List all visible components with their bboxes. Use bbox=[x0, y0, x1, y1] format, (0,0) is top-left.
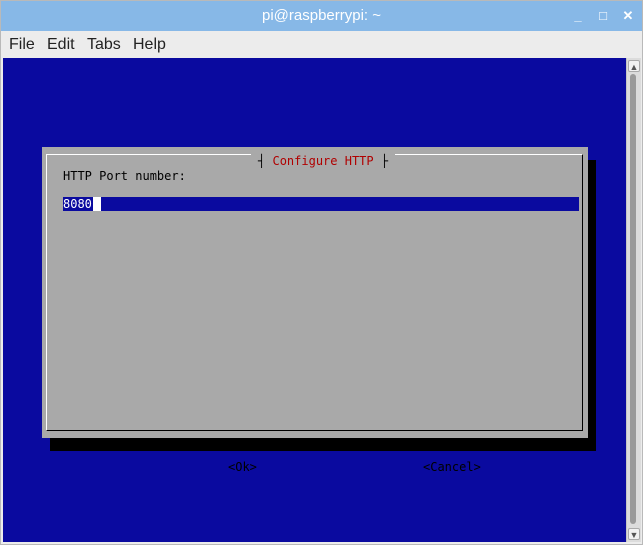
menu-file[interactable]: File bbox=[9, 31, 35, 58]
menu-bar: File Edit Tabs Help bbox=[1, 31, 642, 58]
port-field-label: HTTP Port number: bbox=[63, 169, 186, 183]
scroll-up-icon[interactable]: ▲ bbox=[628, 60, 640, 72]
port-input[interactable]: 8080 bbox=[63, 197, 579, 211]
menu-edit[interactable]: Edit bbox=[47, 31, 75, 58]
port-input-value: 8080 bbox=[63, 197, 92, 211]
text-cursor bbox=[93, 197, 101, 211]
scroll-thumb[interactable] bbox=[630, 74, 636, 524]
dialog-title-text: Configure HTTP bbox=[272, 154, 374, 168]
terminal-area[interactable]: ┤ Configure HTTP ├ HTTP Port number: 808… bbox=[3, 58, 626, 542]
title-right-tick: ├ bbox=[380, 154, 389, 168]
close-button[interactable]: ✕ bbox=[619, 7, 637, 25]
dialog-frame: ┤ Configure HTTP ├ HTTP Port number: 808… bbox=[46, 154, 583, 474]
minimize-button[interactable]: _ bbox=[569, 7, 587, 25]
ok-button[interactable]: <Ok> bbox=[228, 460, 257, 474]
configure-http-dialog: ┤ Configure HTTP ├ HTTP Port number: 808… bbox=[42, 147, 588, 474]
menu-help[interactable]: Help bbox=[133, 31, 166, 58]
scroll-down-icon[interactable]: ▼ bbox=[628, 528, 640, 540]
dialog-title: ┤ Configure HTTP ├ bbox=[251, 154, 396, 168]
menu-tabs[interactable]: Tabs bbox=[87, 31, 121, 58]
cancel-button[interactable]: <Cancel> bbox=[423, 460, 481, 474]
terminal-window: pi@raspberrypi: ~ _ □ ✕ File Edit Tabs H… bbox=[0, 0, 643, 545]
title-left-tick: ┤ bbox=[258, 154, 266, 168]
window-title: pi@raspberrypi: ~ bbox=[261, 7, 382, 24]
vertical-scrollbar[interactable]: ▲ ▼ bbox=[626, 58, 641, 542]
title-bar[interactable]: pi@raspberrypi: ~ _ □ ✕ bbox=[1, 1, 642, 31]
maximize-button[interactable]: □ bbox=[594, 7, 612, 25]
